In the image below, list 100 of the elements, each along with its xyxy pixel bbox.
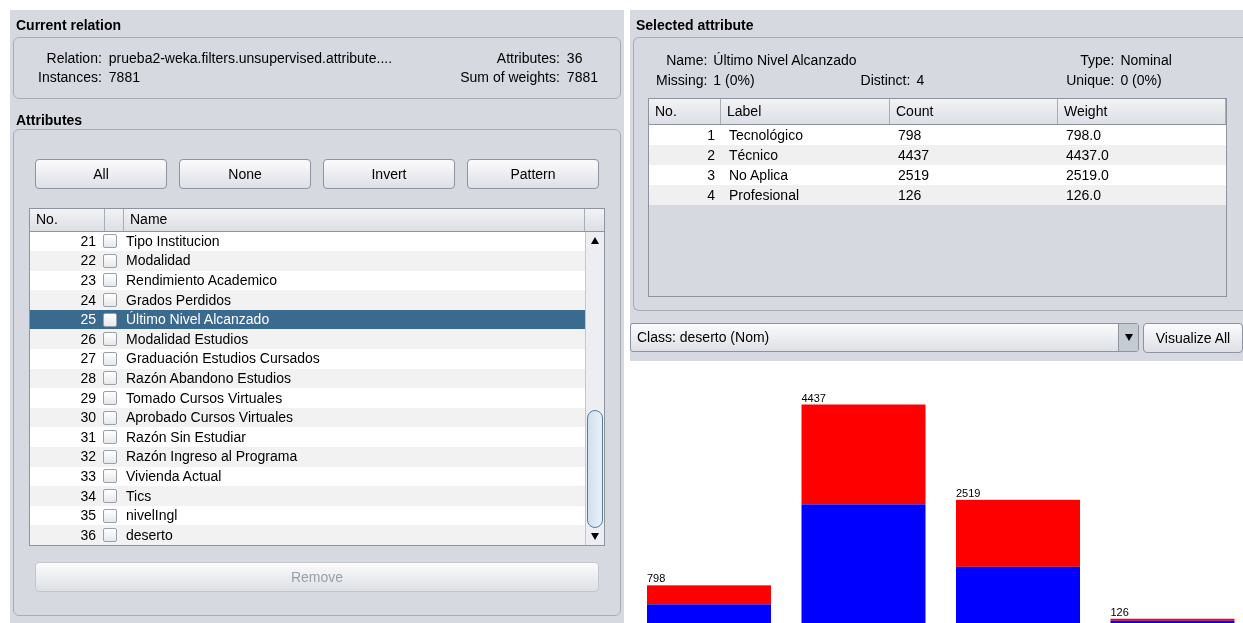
row-number: 26 xyxy=(79,329,97,349)
attribute-name: Razón Sin Estudiar xyxy=(125,427,246,447)
bar-value-label: 4437 xyxy=(801,391,826,404)
field-value: 0 (0%) xyxy=(1120,71,1163,90)
bar-value-label: 2519 xyxy=(956,486,981,499)
row-number: 23 xyxy=(79,271,97,290)
checkbox[interactable] xyxy=(103,351,117,366)
table-cell-text: 4437.0 xyxy=(1065,146,1110,165)
attribute-name: Graduación Estudios Cursados xyxy=(125,349,320,369)
field-value: prueba2-weka.filters.unsupervised.attribute.... xyxy=(108,49,394,68)
select-button[interactable]: Invert xyxy=(323,159,455,189)
bar-value-label: 798 xyxy=(647,572,666,585)
row-number: 31 xyxy=(79,427,97,447)
field-label: Attributes: xyxy=(495,49,560,68)
table-cell-text: 4 xyxy=(706,186,716,205)
checkbox[interactable] xyxy=(103,371,117,386)
checkbox[interactable] xyxy=(103,430,117,445)
scroll-thumb[interactable] xyxy=(587,410,603,528)
checkbox[interactable] xyxy=(103,253,117,268)
select-button[interactable]: Pattern xyxy=(467,159,599,189)
scroll-down-icon[interactable] xyxy=(591,533,599,540)
attribute-name: Tipo Institucion xyxy=(125,231,220,251)
checkbox[interactable] xyxy=(103,273,117,288)
field-value: 4 xyxy=(916,72,925,88)
row-number: 25 xyxy=(79,310,97,330)
row-number: 24 xyxy=(79,290,97,310)
attribute-name: Tics xyxy=(125,486,152,506)
checkbox[interactable] xyxy=(103,293,117,308)
checkbox[interactable] xyxy=(103,312,117,327)
column-header[interactable]: No. xyxy=(30,209,105,231)
row-number: 35 xyxy=(79,506,97,526)
table-cell-text: Técnico xyxy=(728,146,780,165)
column-header[interactable]: Name xyxy=(124,209,585,231)
row-number: 22 xyxy=(79,251,97,271)
dropdown-caret-icon[interactable] xyxy=(1124,334,1133,341)
row-number: 28 xyxy=(79,368,97,388)
field-label: Unique: xyxy=(1066,72,1115,88)
column-header[interactable]: No. xyxy=(649,99,721,124)
field-value: Último Nivel Alcanzado xyxy=(713,52,857,68)
select-button[interactable]: None xyxy=(179,159,311,189)
attribute-name: Modalidad Estudios xyxy=(125,329,249,349)
column-header[interactable]: Label xyxy=(721,99,890,124)
column-header[interactable]: Count xyxy=(890,99,1058,124)
section-title: Current relation xyxy=(15,16,122,35)
table-cell-text: 1 xyxy=(706,126,716,145)
table-cell-text: Profesional xyxy=(728,186,801,205)
attribute-name: Rendimiento Academico xyxy=(125,271,277,290)
scroll-up-icon[interactable] xyxy=(591,236,599,244)
checkbox[interactable] xyxy=(103,528,117,543)
row-number: 36 xyxy=(79,525,97,545)
field-value: 7881 xyxy=(108,68,141,87)
checkbox[interactable] xyxy=(103,489,117,503)
attribute-row[interactable]: 26 Modalidad Estudios xyxy=(30,329,585,350)
checkbox[interactable] xyxy=(103,234,117,249)
row-number: 29 xyxy=(79,388,97,408)
attribute-row[interactable]: 28 Razón Abandono Estudios xyxy=(30,368,585,389)
field-label: Instances: xyxy=(38,68,102,87)
attribute-name: Razón Ingreso al Programa xyxy=(125,447,298,467)
column-header[interactable]: Weight xyxy=(1058,99,1226,124)
select-button[interactable]: All xyxy=(35,159,167,189)
checkbox[interactable] xyxy=(103,391,117,406)
attribute-row[interactable]: 22 Modalidad xyxy=(30,251,585,271)
attribute-row[interactable]: 25 Último Nivel Alcanzado xyxy=(30,309,585,330)
row-number: 34 xyxy=(79,486,97,506)
row-number: 33 xyxy=(79,466,97,486)
table-cell-text: No Aplica xyxy=(728,166,790,185)
checkbox[interactable] xyxy=(103,508,117,523)
table-cell-text: 2519.0 xyxy=(1065,166,1110,185)
attribute-row[interactable]: 32 Razón Ingreso al Programa xyxy=(30,447,585,467)
field-label: Relation: xyxy=(45,49,102,68)
scrollbar[interactable] xyxy=(585,231,604,545)
row-number: 32 xyxy=(79,447,97,467)
field-label: Distinct: xyxy=(860,71,911,90)
field-value: Nominal xyxy=(1120,51,1173,70)
checkbox[interactable] xyxy=(103,410,117,425)
section-title: Selected attribute xyxy=(635,16,755,35)
attribute-name: Grados Perdidos xyxy=(125,290,232,310)
class-dropdown[interactable]: Class: deserto (Nom) xyxy=(630,323,1139,352)
attribute-row[interactable]: 36 deserto xyxy=(30,525,585,545)
attribute-name: Vivienda Actual xyxy=(125,466,222,486)
table-cell-text: 126 xyxy=(897,186,923,205)
row-number: 27 xyxy=(79,349,97,369)
section-title: Attributes xyxy=(15,111,84,129)
attribute-name: Aprobado Cursos Virtuales xyxy=(125,408,294,428)
attribute-row[interactable]: 30 Aprobado Cursos Virtuales xyxy=(30,407,585,428)
visualize-all-button[interactable]: Visualize All xyxy=(1143,323,1243,353)
field-value: 7881 xyxy=(566,68,598,87)
field-label: Type: xyxy=(1080,52,1115,68)
attribute-name: Último Nivel Alcanzado xyxy=(125,310,270,330)
bar-value-label: 126 xyxy=(1110,605,1129,618)
checkbox[interactable] xyxy=(103,449,117,464)
table-cell-text: 4437 xyxy=(897,146,931,165)
table-cell-text: 798 xyxy=(897,126,923,145)
checkbox[interactable] xyxy=(103,469,117,484)
table-cell-text: 2519 xyxy=(897,166,931,185)
attribute-row[interactable]: 24 Grados Perdidos xyxy=(30,290,585,310)
table-cell-text: 798.0 xyxy=(1065,126,1103,145)
row-number: 30 xyxy=(79,408,97,428)
attribute-row[interactable]: 34 Tics xyxy=(30,486,585,506)
checkbox[interactable] xyxy=(103,332,117,347)
